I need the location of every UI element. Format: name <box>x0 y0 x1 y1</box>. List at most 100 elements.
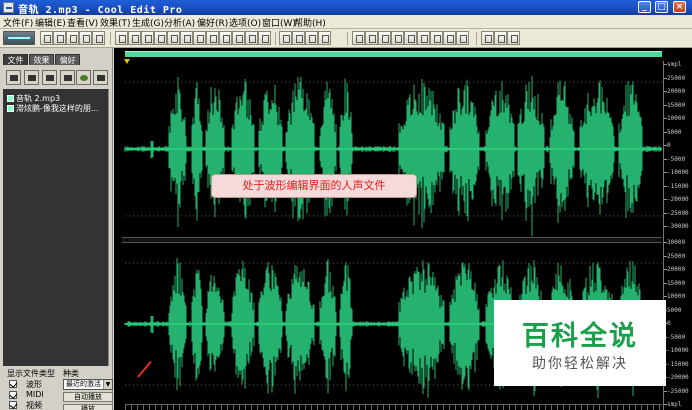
scale-bottom-label: 30000 <box>667 239 686 246</box>
waveform-checkbox[interactable] <box>9 380 17 388</box>
play-icon[interactable] <box>76 70 91 85</box>
trim-icon[interactable] <box>219 31 232 45</box>
time-ruler[interactable] <box>125 404 662 410</box>
audio-file-icon <box>7 95 14 102</box>
scale-top-label: -20000 <box>667 196 689 203</box>
find-icon[interactable] <box>258 31 271 45</box>
waveform-type-label: 波形 <box>26 380 42 389</box>
scale-top-label: smpl <box>667 61 682 68</box>
mix-paste-icon[interactable] <box>206 31 219 45</box>
insert-icon[interactable] <box>456 31 469 45</box>
save-file-icon[interactable] <box>66 31 79 45</box>
settings-icon[interactable] <box>443 31 456 45</box>
menu-edit[interactable]: 编辑(E) <box>35 16 66 29</box>
toolbar <box>0 29 692 48</box>
scale-bottom-label: 20000 <box>667 266 686 273</box>
save-as-icon[interactable] <box>79 31 92 45</box>
statistics-icon[interactable] <box>318 31 331 45</box>
undo-icon[interactable] <box>115 31 128 45</box>
list-item[interactable]: 滞炫鹏-像我这样的朋... <box>7 103 99 113</box>
close-file-icon[interactable] <box>42 70 57 85</box>
toolbar-separator <box>476 32 477 45</box>
sort-select[interactable]: 最近的激活 ▼ <box>63 379 113 390</box>
repeat-icon[interactable] <box>141 31 154 45</box>
cue-list-icon[interactable] <box>352 31 365 45</box>
annotation-label: 处于波形编辑界面的人声文件 <box>211 174 417 198</box>
menu-effects[interactable]: 效果(T) <box>100 16 131 29</box>
menu-help[interactable]: 帮助(H) <box>294 16 326 29</box>
metronome-icon[interactable] <box>481 31 494 45</box>
toolbar-separator <box>347 32 348 45</box>
sort-select-value: 最近的激活 <box>66 380 101 388</box>
close-button[interactable]: × <box>673 1 686 13</box>
menu-analyze[interactable]: 分析(A) <box>164 16 195 29</box>
open-file-icon[interactable] <box>53 31 66 45</box>
delete-silence-icon[interactable] <box>232 31 245 45</box>
close-file-icon[interactable] <box>92 31 105 45</box>
file-name: 滞炫鹏-像我这样的朋... <box>16 104 99 113</box>
show-file-types-label: 显示文件类型 <box>7 369 55 378</box>
menu-generate[interactable]: 生成(G) <box>132 16 164 29</box>
menu-window[interactable]: 窗口(W) <box>262 16 296 29</box>
maximize-button[interactable]: □ <box>655 1 668 13</box>
scale-bottom-label: -20000 <box>667 374 689 381</box>
paste-new-icon[interactable] <box>193 31 206 45</box>
sort-label: 种类 <box>63 369 79 378</box>
tab-effects[interactable]: 效果 <box>29 54 54 65</box>
video-type-label: 视频 <box>26 401 42 410</box>
midi-checkbox[interactable] <box>9 391 17 399</box>
scale-bottom-label: 5000 <box>667 306 682 314</box>
scale-top-label: -5000 <box>667 155 686 163</box>
help-icon[interactable] <box>507 31 520 45</box>
frequency-analysis-icon[interactable] <box>279 31 292 45</box>
scale-top-label: -25000 <box>667 209 689 217</box>
menu-favorites[interactable]: 偏好(R) <box>197 16 228 29</box>
scale-top-label: -15000 <box>667 182 689 190</box>
waveform-left-channel[interactable] <box>114 61 663 237</box>
toolbar-separator <box>275 32 276 45</box>
options-icon[interactable] <box>93 70 108 85</box>
waveform-view-icon[interactable] <box>305 31 318 45</box>
copy-icon[interactable] <box>154 31 167 45</box>
mixer-icon[interactable] <box>391 31 404 45</box>
tab-favorites[interactable]: 偏好 <box>55 54 80 65</box>
menu-view[interactable]: 查看(V) <box>67 16 98 29</box>
autoplay-button[interactable]: 自动播放 <box>63 392 113 402</box>
snap-icon[interactable] <box>245 31 258 45</box>
options-icon[interactable] <box>494 31 507 45</box>
insert-icon[interactable] <box>60 70 75 85</box>
menu-options[interactable]: 选项(O) <box>229 16 261 29</box>
list-item[interactable]: 音轨 2.mp3 <box>7 93 60 103</box>
play-button[interactable]: 播放 <box>63 404 113 410</box>
window-title: 音轨 2.mp3 - Cool Edit Pro <box>18 5 183 16</box>
paste-icon[interactable] <box>180 31 193 45</box>
overview-bar[interactable] <box>125 51 662 57</box>
redo-icon[interactable] <box>128 31 141 45</box>
audio-file-icon <box>7 105 14 112</box>
chevron-down-icon: ▼ <box>103 380 112 389</box>
play-list-icon[interactable] <box>365 31 378 45</box>
grid-icon[interactable] <box>430 31 443 45</box>
import-icon[interactable] <box>24 70 39 85</box>
minimize-button[interactable]: _ <box>638 1 651 13</box>
video-checkbox[interactable] <box>9 401 17 409</box>
track-icon[interactable] <box>378 31 391 45</box>
menu-bar: 文件(F) 编辑(E) 查看(V) 效果(T) 生成(G) 分析(A) 偏好(R… <box>0 15 692 29</box>
scale-top-label: 15000 <box>667 101 686 109</box>
open-icon[interactable] <box>6 70 21 85</box>
tempo-icon[interactable] <box>417 31 430 45</box>
new-file-icon[interactable] <box>40 31 53 45</box>
menu-file[interactable]: 文件(F) <box>3 16 33 29</box>
cut-icon[interactable] <box>167 31 180 45</box>
scale-bottom-label: -25000 <box>667 387 689 395</box>
scale-top-label: 5000 <box>667 128 682 136</box>
scale-bottom-label: smpl <box>667 401 682 408</box>
spectral-view-icon[interactable] <box>292 31 305 45</box>
scale-top-label: 20000 <box>667 88 686 95</box>
envelope-icon[interactable] <box>404 31 417 45</box>
multitrack-toggle-button[interactable] <box>3 31 35 45</box>
tab-files[interactable]: 文件 <box>3 54 28 65</box>
scale-top-label: 0 <box>667 142 671 149</box>
watermark: 百科全说 助你轻松解决 <box>494 300 666 386</box>
toolbar-separator <box>110 32 111 45</box>
